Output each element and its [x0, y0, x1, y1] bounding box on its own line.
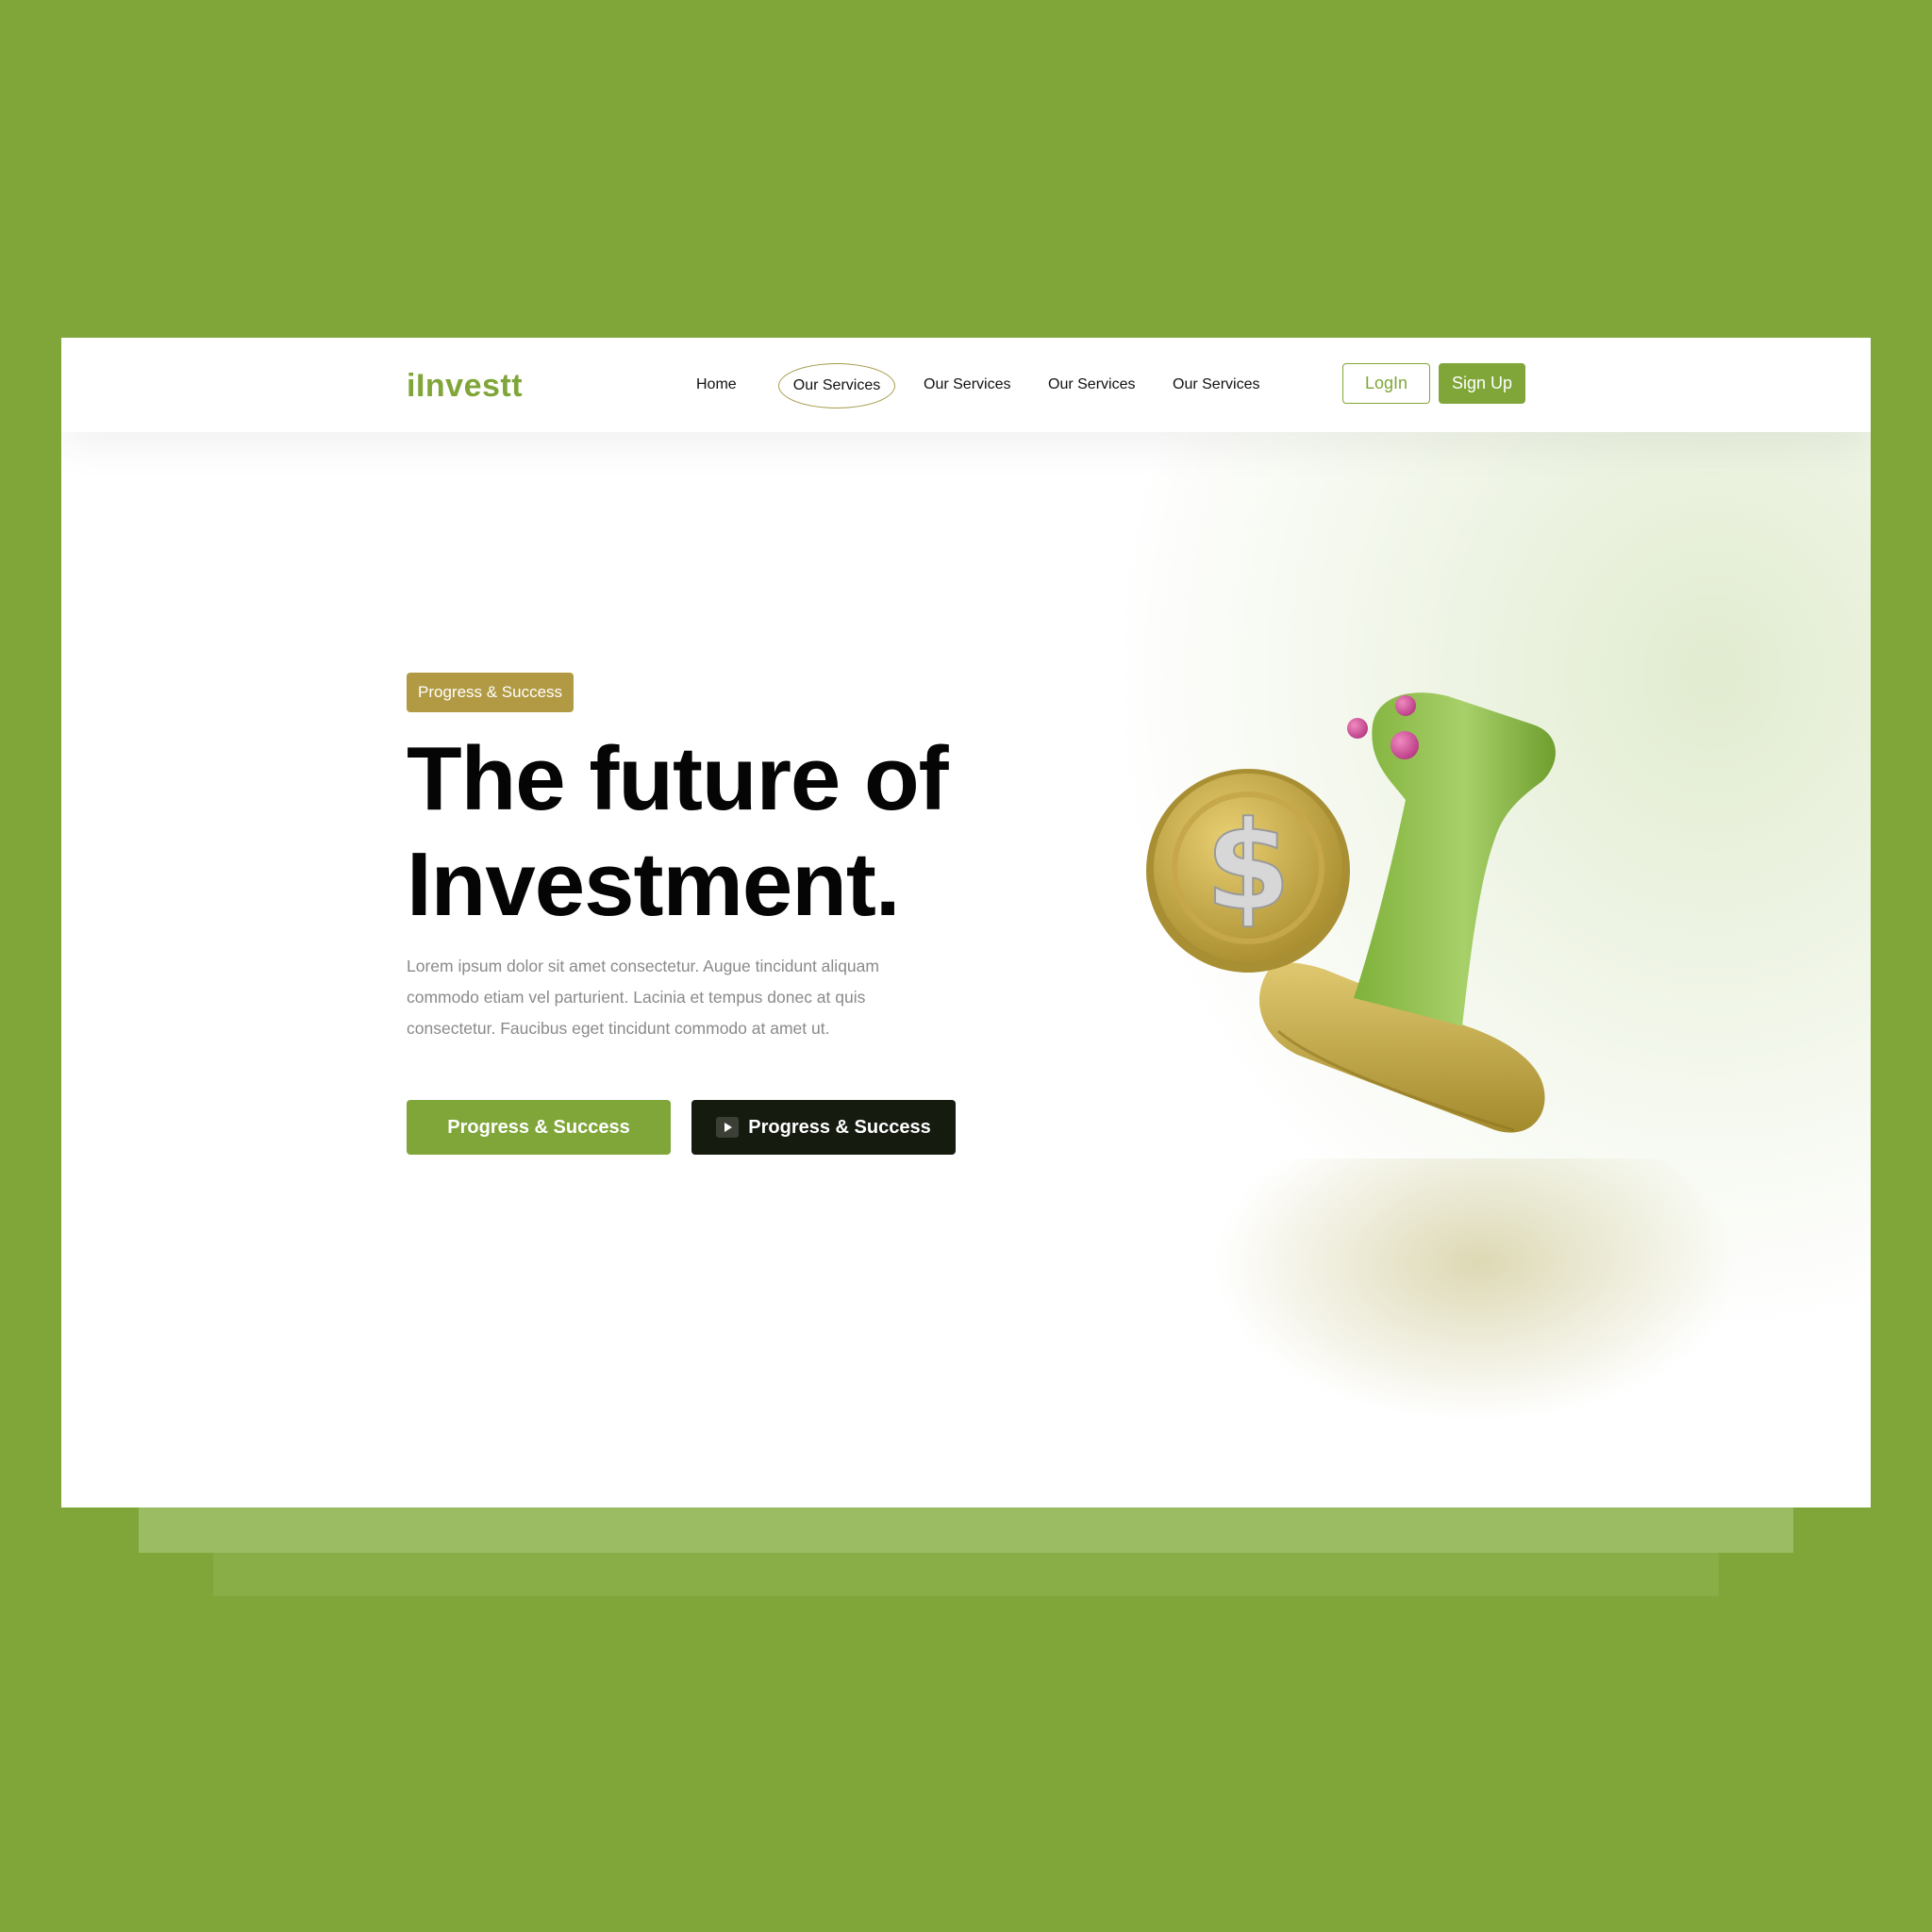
- login-button[interactable]: LogIn: [1342, 363, 1430, 404]
- landing-page-frame: iInvestt Home Our Services Our Services …: [61, 338, 1871, 1507]
- navbar: iInvestt Home Our Services Our Services …: [61, 338, 1871, 432]
- nav-link-home[interactable]: Home: [696, 376, 737, 393]
- logo[interactable]: iInvestt: [407, 368, 523, 405]
- headline-line-2: Investment.: [407, 834, 900, 935]
- nav-link-label: Our Services: [792, 377, 881, 393]
- nav-link-our-services-2[interactable]: Our Services: [924, 376, 1010, 393]
- nav-link-our-services-active[interactable]: Our Services: [778, 363, 895, 408]
- primary-cta-button[interactable]: Progress & Success: [407, 1100, 671, 1155]
- secondary-cta-label: Progress & Success: [748, 1116, 931, 1138]
- nav-link-our-services-4[interactable]: Our Services: [1173, 376, 1259, 393]
- secondary-cta-button[interactable]: Progress & Success: [691, 1100, 956, 1155]
- svg-text:$: $: [1206, 794, 1291, 938]
- play-icon: [716, 1117, 740, 1138]
- stamp-with-dollar-coin-illustration: $: [1146, 692, 1556, 1133]
- hero-description: Lorem ipsum dolor sit amet consectetur. …: [407, 957, 879, 1038]
- page-stack-middle: [139, 1507, 1793, 1553]
- nav-link-our-services-3[interactable]: Our Services: [1048, 376, 1135, 393]
- signup-button[interactable]: Sign Up: [1439, 363, 1525, 404]
- dollar-coin: $: [1146, 769, 1350, 973]
- illustration-shadow: [1212, 1158, 1740, 1423]
- hero-headline: The future of Investment.: [407, 726, 1010, 938]
- headline-line-1: The future of: [407, 728, 949, 829]
- stamp-handle: [1354, 692, 1556, 1026]
- hero-tag-badge: Progress & Success: [407, 673, 575, 712]
